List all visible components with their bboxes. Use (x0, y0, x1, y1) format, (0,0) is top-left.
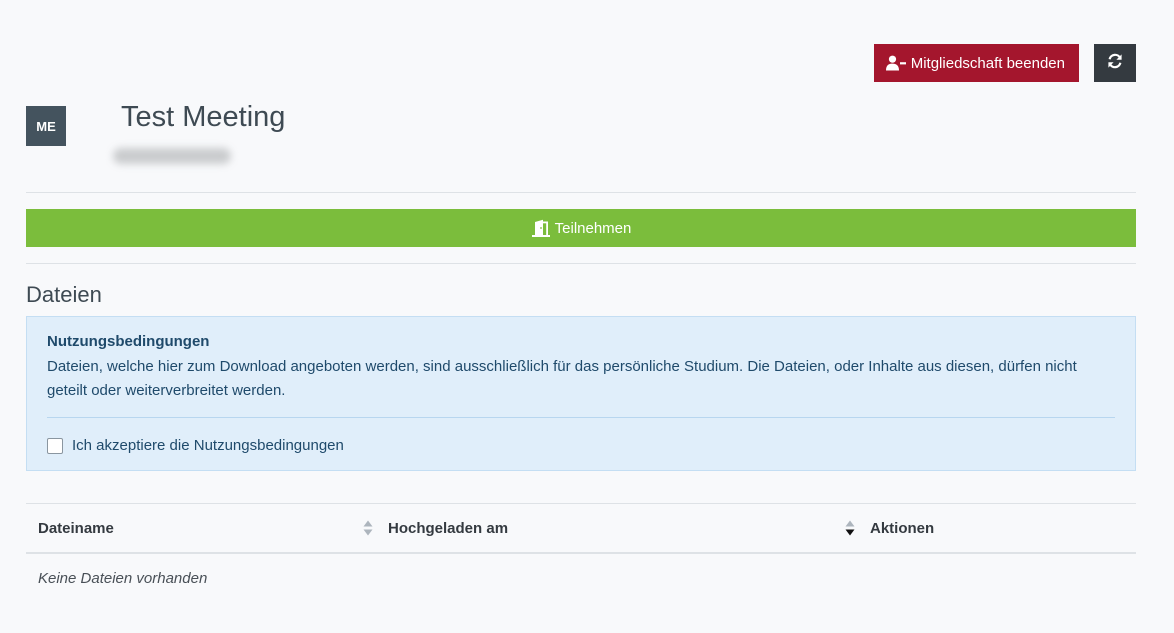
column-header-actions-label: Aktionen (870, 519, 935, 537)
room-owner-redacted (113, 148, 231, 164)
column-header-filename-label: Dateiname (38, 519, 114, 537)
terms-title: Nutzungsbedingungen (47, 333, 210, 350)
room-page: Mitgliedschaft beenden ME Test Meeting T… (26, 0, 1136, 633)
terms-of-use-alert: Nutzungsbedingungen Dateien, welche hier… (26, 316, 1136, 471)
header-divider (26, 192, 1136, 193)
table-empty-message: Keine Dateien vorhanden (38, 569, 208, 587)
join-divider (26, 263, 1136, 264)
end-membership-label: Mitgliedschaft beenden (910, 54, 1065, 72)
column-header-uploaded-label: Hochgeladen am (388, 519, 509, 537)
room-avatar: ME (26, 106, 66, 146)
join-button-label: Teilnehmen (554, 219, 632, 237)
table-empty-row: Keine Dateien vorhanden (26, 554, 1136, 602)
sort-descending-icon (845, 520, 855, 536)
terms-accept-checkbox[interactable] (47, 437, 63, 454)
terms-accept-row[interactable]: Ich akzeptiere die Nutzungsbedingungen (47, 437, 344, 454)
end-membership-button[interactable]: Mitgliedschaft beenden (873, 44, 1079, 82)
column-header-filename[interactable]: Dateiname (26, 504, 376, 552)
refresh-icon (1107, 53, 1123, 73)
files-section-title: Dateien (26, 282, 102, 307)
table-header-row: Dateiname Hochgeladen am Aktionen (26, 504, 1136, 554)
refresh-button[interactable] (1094, 44, 1136, 82)
column-header-uploaded[interactable]: Hochgeladen am (376, 504, 858, 552)
door-open-icon (531, 219, 551, 237)
sort-icon (363, 520, 373, 536)
join-button[interactable]: Teilnehmen (26, 209, 1136, 247)
terms-accept-label[interactable]: Ich akzeptiere die Nutzungsbedingungen (72, 437, 344, 454)
column-header-actions: Aktionen (858, 504, 1136, 552)
files-table: Dateiname Hochgeladen am Aktionen Keine … (26, 503, 1136, 602)
terms-divider (47, 417, 1115, 418)
room-title: Test Meeting (121, 101, 286, 133)
user-minus-icon (885, 55, 906, 71)
room-header-actions: Mitgliedschaft beenden (873, 44, 1136, 82)
room-avatar-initials: ME (36, 118, 56, 134)
terms-text: Dateien, welche hier zum Download angebo… (47, 358, 1077, 399)
